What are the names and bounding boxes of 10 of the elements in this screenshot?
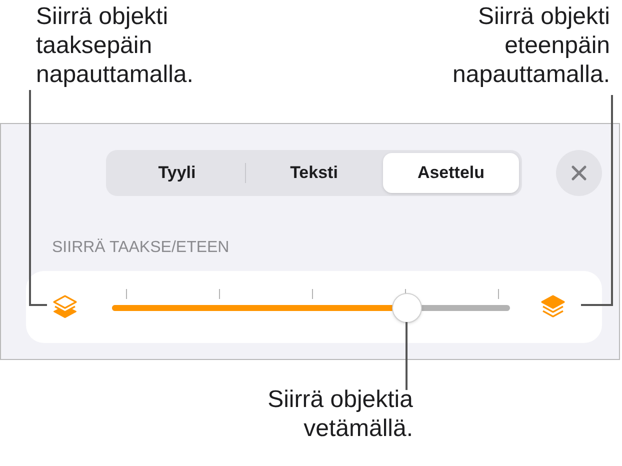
slider-thumb[interactable] <box>392 293 422 323</box>
close-button[interactable] <box>556 150 602 196</box>
leader-line <box>406 322 408 390</box>
section-label: SIIRRÄ TAAKSE/ETEEN <box>52 238 230 258</box>
callout-text: Siirrä objekti eteenpäin napauttamalla. <box>452 2 611 90</box>
callout-text: Siirrä objektia vetämällä. <box>268 385 413 443</box>
tab[interactable]: Teksti <box>246 153 382 193</box>
callout-text: Siirrä objekti taaksepäin napauttamalla. <box>35 2 194 90</box>
tab[interactable]: Asettelu <box>383 153 519 193</box>
tab[interactable]: Tyyli <box>109 153 245 193</box>
